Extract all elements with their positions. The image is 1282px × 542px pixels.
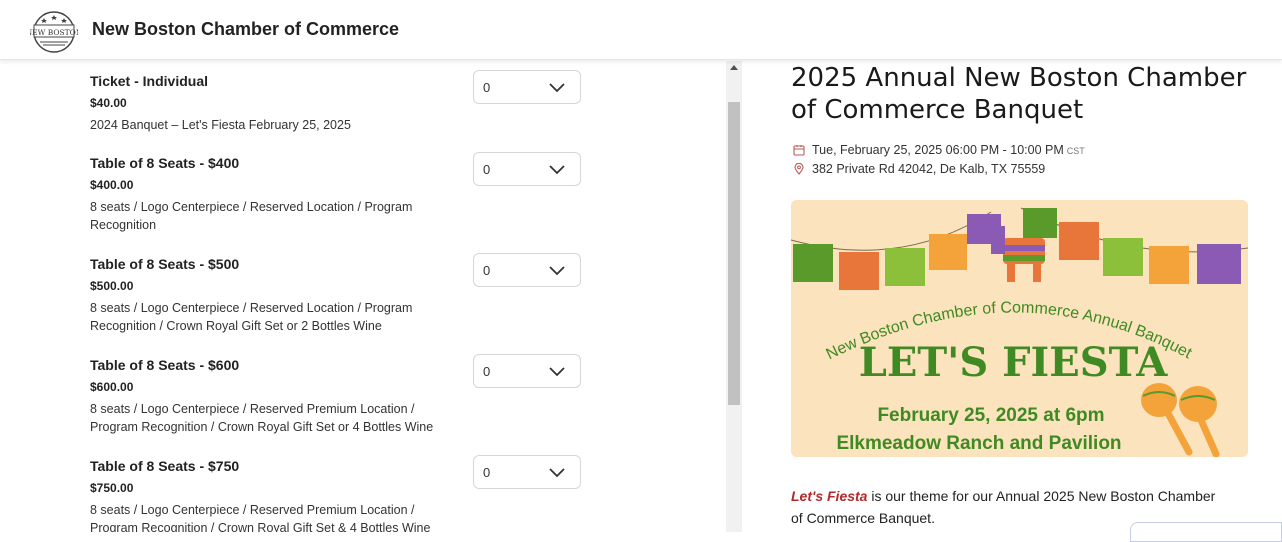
event-details: 2025 Annual New Boston Chamber of Commer… (742, 61, 1282, 532)
ticket-item: Table of 8 Seats - $500 $500.00 8 seats … (90, 253, 590, 335)
ticket-item: Table of 8 Seats - $400 $400.00 8 seats … (90, 152, 590, 234)
chevron-down-icon (549, 367, 565, 377)
ticket-description: 8 seats / Logo Centerpiece / Reserved Lo… (90, 200, 413, 232)
ticket-item: Table of 8 Seats - $600 $600.00 8 seats … (90, 354, 590, 436)
calendar-icon (793, 145, 805, 156)
quantity-select[interactable]: 0 (473, 455, 581, 489)
ticket-list-scrollbar[interactable] (726, 61, 742, 532)
event-timezone: CST (1066, 146, 1085, 156)
chevron-down-icon (549, 83, 565, 93)
quantity-select[interactable]: 0 (473, 253, 581, 287)
quantity-value: 0 (483, 162, 491, 177)
app-header: NEW BOSTON New Boston Chamber of Commerc… (0, 0, 1282, 60)
banner-date-line: February 25, 2025 at 6pm (877, 405, 1104, 426)
quantity-value: 0 (483, 80, 491, 95)
event-address[interactable]: 382 Private Rd 42042, De Kalb, TX 75559 (812, 162, 1045, 176)
ticket-description: 2024 Banquet – Let's Fiesta February 25,… (90, 118, 351, 132)
fiesta-banner-illustration: New Boston Chamber of Commerce Annual Ba… (791, 200, 1248, 457)
logo-text: NEW BOSTON (30, 28, 78, 37)
quantity-select[interactable]: 0 (473, 152, 581, 186)
org-name[interactable]: New Boston Chamber of Commerce (92, 19, 399, 40)
ticket-list: Ticket - Individual $40.00 2024 Banquet … (0, 61, 726, 532)
chevron-down-icon (549, 468, 565, 478)
quantity-value: 0 (483, 263, 491, 278)
banner-venue-line: Elkmeadow Ranch and Pavilion (836, 433, 1121, 454)
event-title: 2025 Annual New Boston Chamber of Commer… (791, 63, 1247, 125)
ticket-description: 8 seats / Logo Centerpiece / Reserved Pr… (90, 402, 434, 434)
ticket-description: 8 seats / Logo Centerpiece / Reserved Pr… (90, 503, 431, 532)
event-theme-text: Let's Fiesta (791, 488, 868, 504)
chamber-logo[interactable]: NEW BOSTON (30, 10, 78, 54)
ticket-item: Table of 8 Seats - $750 $750.00 8 seats … (90, 455, 590, 532)
event-banner-image: New Boston Chamber of Commerce Annual Ba… (791, 200, 1248, 457)
chevron-down-icon (549, 165, 565, 175)
quantity-select[interactable]: 0 (473, 70, 581, 104)
quantity-value: 0 (483, 364, 491, 379)
event-datetime-text: Tue, February 25, 2025 06:00 PM - 10:00 … (812, 143, 1064, 157)
quantity-select[interactable]: 0 (473, 354, 581, 388)
quantity-value: 0 (483, 465, 491, 480)
map-pin-icon (794, 163, 804, 175)
ticket-description: 8 seats / Logo Centerpiece / Reserved Lo… (90, 301, 413, 333)
floating-widget[interactable] (1130, 522, 1282, 542)
ticket-item: Ticket - Individual $40.00 2024 Banquet … (90, 70, 590, 134)
chevron-down-icon (549, 266, 565, 276)
scroll-up-arrow-icon[interactable] (730, 65, 738, 70)
banner-headline: LET'S FIESTA (859, 339, 1169, 386)
scroll-thumb[interactable] (728, 102, 740, 405)
